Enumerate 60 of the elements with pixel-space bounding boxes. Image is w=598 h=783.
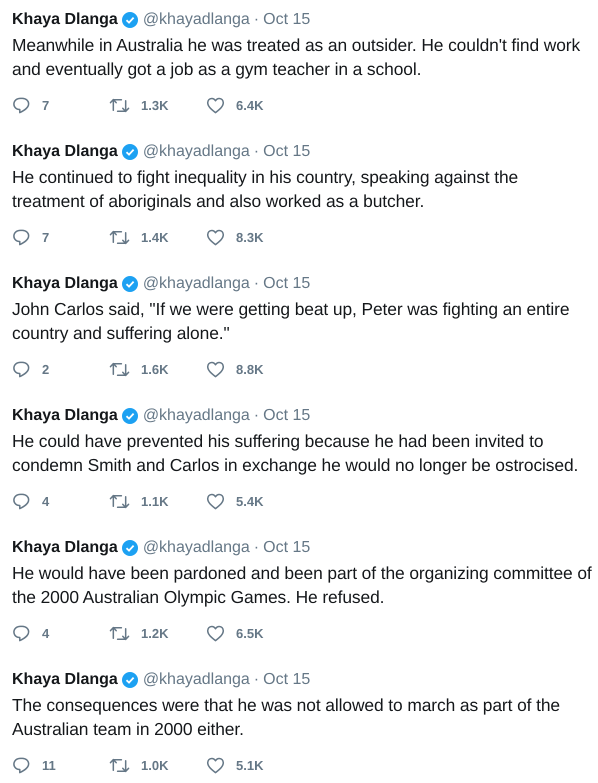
tweet-text: Meanwhile in Australia he was treated as an outsider. He couldn't find work and eventually got a job as a gym teacher in a school.: [12, 34, 582, 81]
reply-count: 4: [42, 494, 50, 508]
retweet-count: 1.0K: [141, 758, 168, 772]
reply-icon[interactable]: [12, 492, 31, 510]
separator-dot: ·: [254, 143, 260, 161]
reply-icon[interactable]: [12, 96, 31, 114]
like-count: 5.1K: [236, 758, 264, 772]
author-handle[interactable]: @khayadlanga: [142, 671, 250, 689]
tweet-text: He could have prevented his suffering because he had been invited to condemn Smith and Carlos in exchange he would no longer be ostrocised.: [12, 430, 580, 477]
retweet-count: 1.4K: [141, 230, 168, 244]
like-count: 8.3K: [236, 230, 264, 244]
tweet-date[interactable]: Oct 15: [263, 275, 310, 293]
retweet-count: 1.3K: [141, 98, 168, 112]
retweet-count: 1.1K: [141, 494, 168, 508]
reply-count: 2: [42, 362, 50, 376]
separator-dot: ·: [254, 11, 260, 29]
separator-dot: ·: [254, 275, 260, 293]
like-count: 6.4K: [236, 98, 264, 112]
reply-icon[interactable]: [12, 756, 31, 774]
reply-count: 7: [42, 98, 50, 112]
heart-icon[interactable]: [206, 624, 225, 642]
tweet-date[interactable]: Oct 15: [263, 671, 310, 689]
author-name[interactable]: Khaya Dlanga: [12, 407, 118, 425]
author-name[interactable]: Khaya Dlanga: [12, 539, 118, 557]
separator-dot: ·: [254, 407, 260, 425]
author-name[interactable]: Khaya Dlanga: [12, 275, 118, 293]
retweet-count: 1.2K: [141, 626, 168, 640]
author-handle[interactable]: @khayadlanga: [142, 143, 250, 161]
tweet-date[interactable]: Oct 15: [263, 407, 310, 425]
reply-count: 4: [42, 626, 50, 640]
author-handle[interactable]: @khayadlanga: [142, 407, 250, 425]
retweet-count: 1.6K: [141, 362, 168, 376]
separator-dot: ·: [254, 671, 260, 689]
tweet-text: He would have been pardoned and been part of the organizing committee of the 2000 Australian Olympic Games. He refused.: [12, 562, 593, 609]
tweet-date[interactable]: Oct 15: [263, 143, 310, 161]
tweet-text: He continued to fight inequality in his country, speaking against the treatment of aboriginals and also worked as a butcher.: [12, 166, 520, 213]
tweet-date[interactable]: Oct 15: [263, 539, 310, 557]
like-count: 5.4K: [236, 494, 264, 508]
heart-icon[interactable]: [206, 492, 225, 510]
reply-icon[interactable]: [12, 360, 31, 378]
tweet-date[interactable]: Oct 15: [263, 11, 310, 29]
author-handle[interactable]: @khayadlanga: [142, 275, 250, 293]
separator-dot: ·: [254, 539, 260, 557]
heart-icon[interactable]: [206, 360, 225, 378]
author-name[interactable]: Khaya Dlanga: [12, 11, 118, 29]
author-handle[interactable]: @khayadlanga: [142, 539, 250, 557]
like-count: 6.5K: [236, 626, 264, 640]
like-count: 8.8K: [236, 362, 264, 376]
heart-icon[interactable]: [206, 228, 225, 246]
reply-count: 11: [42, 758, 56, 772]
heart-icon[interactable]: [206, 96, 225, 114]
author-name[interactable]: Khaya Dlanga: [12, 671, 118, 689]
tweet-text: John Carlos said, "If we were getting beat up, Peter was fighting an entire country and suffering alone.": [12, 298, 570, 345]
heart-icon[interactable]: [206, 756, 225, 774]
tweet-text: The consequences were that he was not allowed to march as part of the Australian team in 2000 either.: [12, 694, 561, 741]
author-handle[interactable]: @khayadlanga: [142, 11, 250, 29]
reply-icon[interactable]: [12, 228, 31, 246]
reply-count: 7: [42, 230, 50, 244]
author-name[interactable]: Khaya Dlanga: [12, 143, 118, 161]
reply-icon[interactable]: [12, 624, 31, 642]
